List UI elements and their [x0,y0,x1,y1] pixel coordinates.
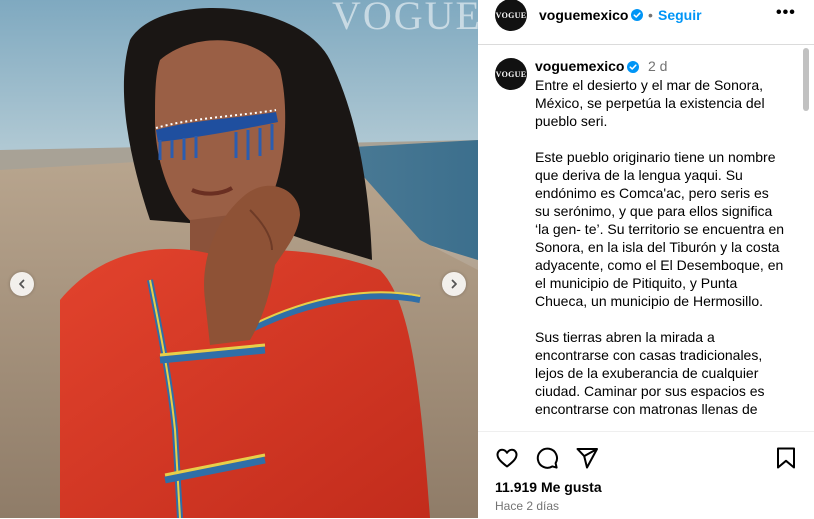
post-side-panel: VOGUE voguemexico • Seguir ••• VOGUE vog… [478,0,814,518]
chevron-right-icon [451,279,457,289]
caption-avatar[interactable]: VOGUE [495,58,527,90]
caption-text: Entre el desierto y el mar de Sonora, Mé… [535,76,787,431]
heart-icon[interactable] [495,446,519,470]
share-icon[interactable] [575,446,599,470]
post-photo: VOGUE [0,0,478,518]
bookmark-icon[interactable] [774,446,798,470]
post-date[interactable]: Hace 2 días [495,499,559,513]
caption-username[interactable]: voguemexico [535,58,624,74]
previous-image-button[interactable] [10,272,34,296]
chevron-left-icon [19,279,25,289]
instagram-post-modal: VOGUE VOGUE voguemexico • Seguir ••• VOG… [0,0,814,518]
post-actions: 11.919 Me gusta Hace 2 días [478,431,814,519]
post-header: VOGUE voguemexico • Seguir ••• [478,0,814,45]
caption-scrollbar-thumb[interactable] [803,48,809,111]
caption-scroll-area[interactable]: VOGUE voguemexico 2 d Entre el desierto … [478,45,814,431]
avatar-logo-text: VOGUE [495,10,527,20]
caption-paragraph: Sus tierras abren la mirada a encontrars… [535,329,765,417]
comment-icon[interactable] [535,446,559,470]
likes-count[interactable]: 11.919 Me gusta [495,479,602,495]
magazine-wordmark: VOGUE [332,0,478,38]
header-username[interactable]: voguemexico [539,7,628,23]
next-image-button[interactable] [442,272,466,296]
caption-paragraph: Este pueblo originario tiene un nombre q… [535,149,785,309]
photo-illustration [0,0,478,518]
more-options-icon[interactable]: ••• [776,4,796,22]
avatar-logo-text: VOGUE [495,69,527,79]
follow-button[interactable]: Seguir [658,7,702,23]
caption-timestamp[interactable]: 2 d [648,58,667,74]
avatar[interactable]: VOGUE [495,0,527,31]
caption-paragraph: Entre el desierto y el mar de Sonora, Mé… [535,77,765,129]
verified-badge-icon [627,61,639,73]
verified-badge-icon [631,9,643,21]
separator-dot: • [648,7,653,23]
